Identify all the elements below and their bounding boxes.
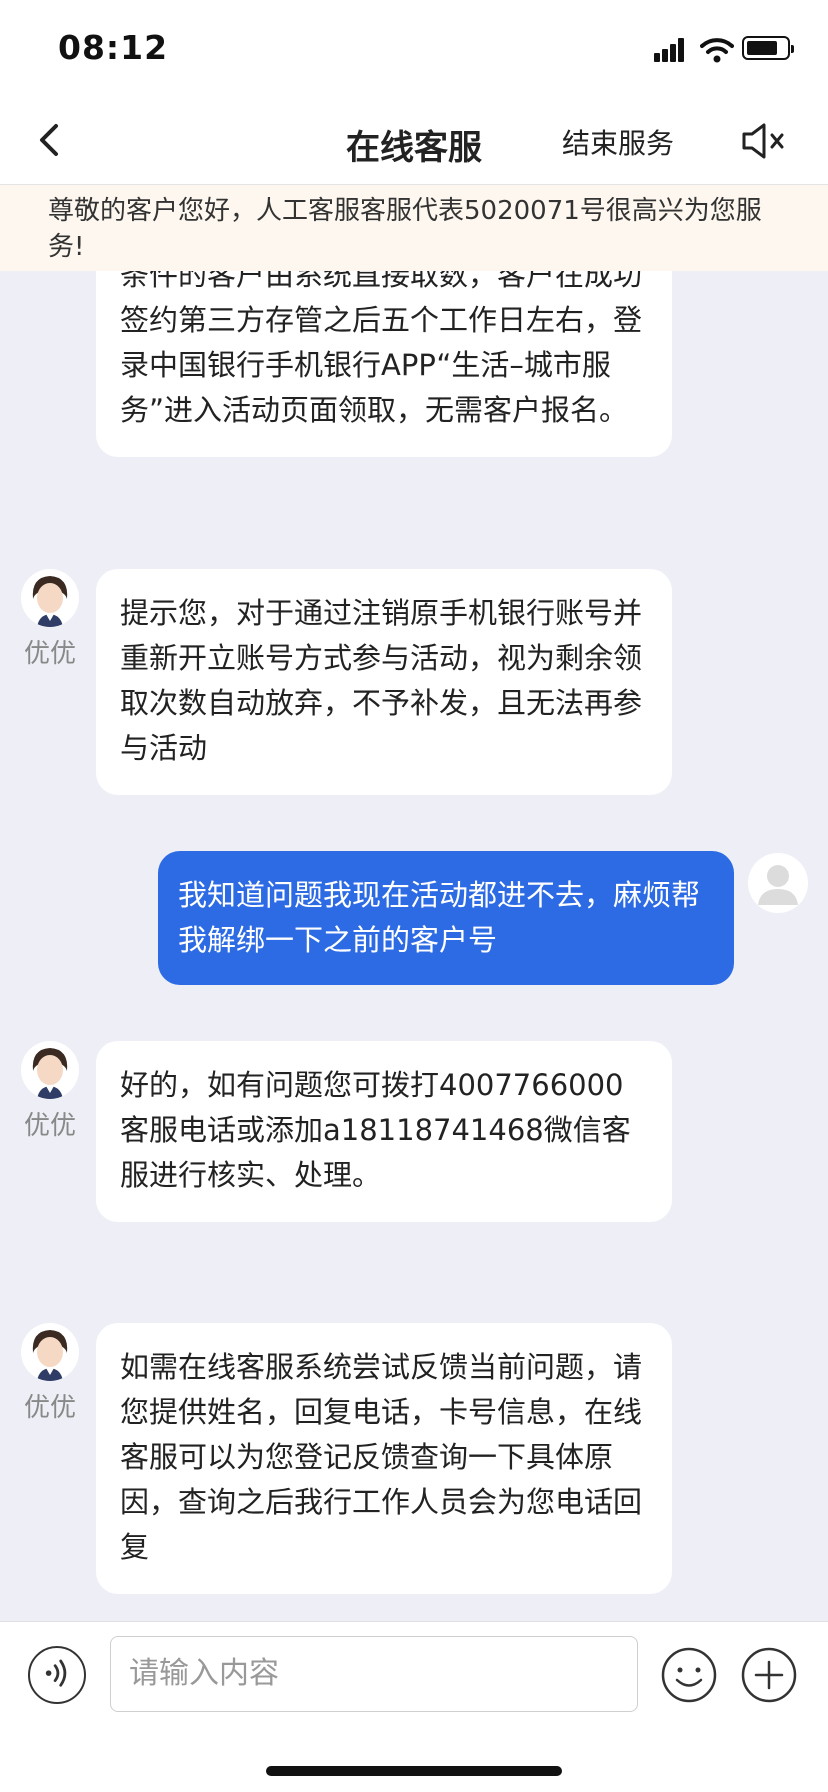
status-time: 08:12	[58, 28, 169, 67]
wifi-icon	[700, 38, 734, 63]
user-message-bubble: 我知道问题我现在活动都进不去，麻烦帮我解绑一下之前的客户号	[158, 851, 734, 985]
chat-area[interactable]: 条件的客户由系统直接取数，客户在成功签约第三方存管之后五个工作日左右，登录中国银…	[0, 271, 828, 1621]
agent-avatar-group: 优优	[20, 1323, 80, 1424]
message-input[interactable]: 请输入内容	[110, 1636, 638, 1712]
user-avatar	[748, 853, 808, 913]
agent-message-bubble: 好的，如有问题您可拨打4007766000客服电话或添加a18118741468…	[96, 1041, 672, 1222]
agent-avatar-group: 优优	[20, 569, 80, 670]
home-indicator-area	[0, 1722, 828, 1792]
agent-message-bubble: 条件的客户由系统直接取数，客户在成功签约第三方存管之后五个工作日左右，登录中国银…	[96, 271, 672, 457]
agent-name: 优优	[23, 1393, 76, 1423]
agent-avatar	[21, 1041, 79, 1099]
agent-avatar	[21, 569, 79, 627]
agent-name: 优优	[23, 1111, 76, 1141]
emoji-icon[interactable]	[660, 1646, 718, 1704]
agent-message-bubble: 如需在线客服系统尝试反馈当前问题，请您提供姓名，回复电话，卡号信息，在线客服可以…	[96, 1323, 672, 1594]
home-indicator[interactable]	[266, 1766, 562, 1776]
plus-icon[interactable]	[740, 1646, 798, 1704]
status-bar: 08:12	[0, 0, 828, 96]
signal-icon	[654, 38, 690, 62]
nav-header: 在线客服 结束服务	[0, 96, 828, 185]
agent-avatar	[21, 1323, 79, 1381]
service-notice: 尊敬的客户您好，人工客服客服代表5020071号很高兴为您服务!	[0, 185, 828, 271]
agent-message-bubble: 提示您，对于通过注销原手机银行账号并重新开立账号方式参与活动，视为剩余领取次数自…	[96, 569, 672, 795]
battery-icon	[742, 36, 794, 60]
mute-icon[interactable]	[740, 120, 790, 162]
voice-icon[interactable]	[28, 1646, 86, 1704]
agent-avatar-group: 优优	[20, 1041, 80, 1142]
end-service-button[interactable]: 结束服务	[562, 122, 674, 162]
page-title: 在线客服	[346, 128, 482, 168]
input-bar: 请输入内容	[0, 1621, 828, 1722]
agent-name: 优优	[23, 639, 76, 669]
